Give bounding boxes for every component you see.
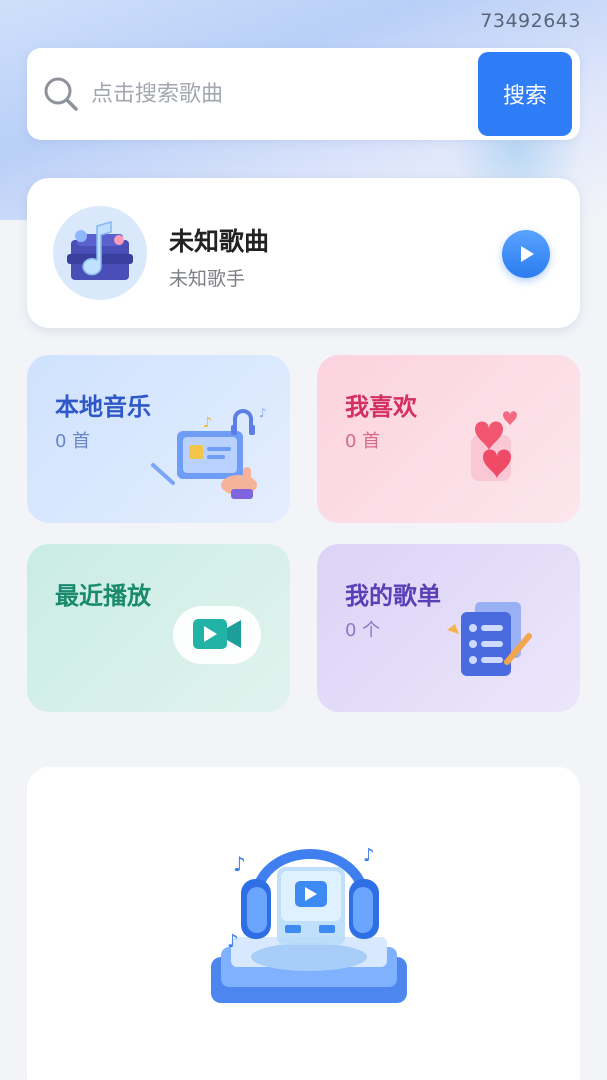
search-button[interactable]: 搜索	[478, 52, 572, 136]
now-playing-card[interactable]: 未知歌曲 未知歌手	[27, 178, 580, 328]
headphones-illustration: ♪ ♪ ♪	[211, 845, 407, 1003]
video-camera-icon	[173, 606, 261, 664]
artist-name: 未知歌手	[169, 268, 246, 290]
svg-text:♪: ♪	[259, 406, 267, 420]
svg-text:♪: ♪	[227, 931, 239, 952]
tile-title: 我喜欢	[345, 393, 417, 421]
play-icon	[521, 246, 534, 262]
tile-count: 0 首	[55, 431, 91, 452]
svg-text:♪: ♪	[233, 852, 246, 876]
tile-count: 0 首	[345, 431, 381, 452]
search-icon	[44, 77, 78, 111]
music-player-illustration: ♪ ♪	[151, 406, 267, 499]
search-input[interactable]	[91, 81, 478, 107]
album-cover	[53, 206, 147, 300]
tile-count: 0 个	[345, 620, 381, 641]
user-id: 73492643	[480, 10, 581, 32]
tile-title: 最近播放	[55, 582, 151, 610]
music-note-icon	[67, 221, 133, 280]
playlist-document-icon	[447, 602, 532, 676]
tile-local-music[interactable]: 本地音乐 0 首 ♪ ♪	[27, 355, 290, 523]
svg-text:♪: ♪	[363, 845, 375, 866]
play-button[interactable]	[502, 230, 550, 278]
banner-card: ♪ ♪ ♪	[27, 767, 580, 1080]
tile-my-playlists[interactable]: 我的歌单 0 个	[317, 544, 580, 712]
tile-title: 本地音乐	[55, 393, 151, 421]
tile-title: 我的歌单	[345, 582, 441, 610]
tile-recent-played[interactable]: 最近播放	[27, 544, 290, 712]
svg-text:♪: ♪	[203, 415, 212, 431]
hearts-icon	[471, 411, 517, 481]
tile-favorites[interactable]: 我喜欢 0 首	[317, 355, 580, 523]
search-bar[interactable]: 搜索	[27, 48, 580, 140]
song-title: 未知歌曲	[169, 227, 270, 256]
